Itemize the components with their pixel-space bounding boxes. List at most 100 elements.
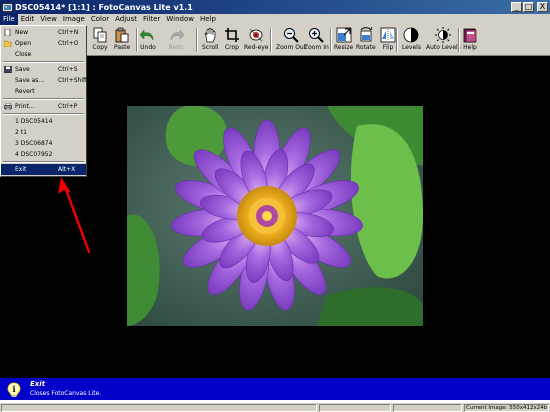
hint-bar: i Exit Closes FotoCanvas Lite. <box>0 378 550 400</box>
zoom-out-icon <box>283 27 299 43</box>
resize-icon <box>336 27 352 43</box>
redo-button[interactable]: Redo <box>168 27 185 55</box>
menu-save[interactable]: Save Ctrl+S <box>1 64 86 75</box>
menu-save-label: Save <box>15 66 30 73</box>
photo-image[interactable] <box>127 106 423 326</box>
menu-filter[interactable]: Filter <box>140 14 163 25</box>
recent-file-label: 2 t1 <box>15 129 27 136</box>
scroll-button[interactable]: Scroll <box>202 27 218 55</box>
undo-button[interactable]: Undo <box>139 27 156 55</box>
menu-recent-file[interactable]: 2 t1 <box>1 127 86 138</box>
paste-button[interactable]: Paste <box>114 27 130 55</box>
toolbar-separator <box>396 28 398 52</box>
menu-open-label: Open <box>15 40 32 47</box>
menu-exit[interactable]: Exit Alt+X <box>1 164 86 175</box>
open-icon <box>3 40 12 48</box>
menu-save-as-label: Save as... <box>15 77 45 84</box>
menu-view[interactable]: View <box>37 14 60 25</box>
zoom-in-button[interactable]: Zoom In <box>304 27 329 55</box>
levels-button[interactable]: Levels <box>402 27 421 55</box>
toolbar-separator <box>458 28 460 52</box>
toolbar-separator <box>330 28 332 52</box>
status-bar: Current Image: 550x412x24b <box>0 402 550 412</box>
info-icon: i <box>7 382 21 398</box>
file-menu: New Ctrl+N Open Ctrl+O Close Save Ctrl+S… <box>0 25 96 177</box>
menu-revert[interactable]: Revert <box>1 86 86 97</box>
menu-close[interactable]: Close <box>1 49 86 60</box>
copy-label: Copy <box>92 44 108 51</box>
resize-label: Resize <box>334 44 354 51</box>
undo-label: Undo <box>140 44 156 51</box>
maximize-button[interactable]: □ <box>523 2 534 12</box>
menu-help[interactable]: Help <box>197 14 219 25</box>
menu-print-label: Print... <box>15 103 35 110</box>
auto-levels-label: Auto Levels <box>426 44 461 51</box>
title-bar[interactable]: DSC05414* [1:1] : FotoCanvas Lite v1.1 _… <box>0 0 550 14</box>
toolbar-separator <box>196 28 198 52</box>
zoom-in-label: Zoom In <box>304 44 329 51</box>
rotate-label: Rotate <box>356 44 376 51</box>
flip-button[interactable]: Flip <box>380 27 396 55</box>
menu-recent-file[interactable]: 4 DSC07952 <box>1 149 86 160</box>
menu-save-as-shortcut: Ctrl+Shift+S <box>58 77 97 84</box>
recent-file-label: 4 DSC07952 <box>15 151 53 158</box>
menu-exit-label: Exit <box>15 166 27 173</box>
menu-open[interactable]: Open Ctrl+O <box>1 38 86 49</box>
menu-revert-label: Revert <box>15 88 35 95</box>
redeye-label: Red-eye <box>244 44 269 51</box>
menu-recent-file[interactable]: 3 DSC06874 <box>1 138 86 149</box>
menu-new-shortcut: Ctrl+N <box>58 29 79 36</box>
status-cell-empty <box>319 404 391 412</box>
redo-icon <box>168 27 185 43</box>
rotate-button[interactable]: Rotate <box>356 26 376 55</box>
toolbar-separator <box>136 28 138 52</box>
zoom-in-icon <box>308 27 325 43</box>
undo-icon <box>139 27 156 43</box>
help-icon <box>462 27 478 43</box>
scroll-label: Scroll <box>202 44 219 51</box>
status-cell-empty <box>393 404 462 412</box>
redeye-button[interactable]: Red-eye <box>244 27 269 55</box>
menu-close-label: Close <box>15 51 32 58</box>
resize-button[interactable]: Resize <box>334 27 353 55</box>
menu-bar: File Edit View Image Color Adjust Filter… <box>0 14 550 25</box>
status-current-image: Current Image: 550x412x24b <box>464 404 549 412</box>
menu-save-shortcut: Ctrl+S <box>58 66 78 73</box>
copy-button[interactable]: Copy <box>92 27 108 55</box>
new-icon <box>4 28 12 37</box>
menu-file[interactable]: File <box>0 14 18 25</box>
menu-color[interactable]: Color <box>88 14 112 25</box>
menu-adjust[interactable]: Adjust <box>112 14 140 25</box>
close-button[interactable]: X <box>537 2 548 12</box>
hint-title: Exit <box>30 380 46 388</box>
menu-open-shortcut: Ctrl+O <box>58 40 79 47</box>
help-label: Help <box>463 44 477 51</box>
menu-new[interactable]: New Ctrl+N <box>1 27 86 38</box>
levels-label: Levels <box>402 44 421 51</box>
auto-levels-button[interactable]: Auto Levels <box>426 27 461 55</box>
status-cell-empty <box>1 404 317 412</box>
menu-recent-file[interactable]: 1 DSC05414 <box>1 116 86 127</box>
auto-levels-icon <box>435 27 452 43</box>
scroll-icon <box>202 27 218 43</box>
crop-icon <box>224 27 240 43</box>
menu-print-shortcut: Ctrl+P <box>58 103 78 110</box>
minimize-button[interactable]: _ <box>511 2 522 12</box>
menu-save-as[interactable]: Save as... Ctrl+Shift+S <box>1 75 96 86</box>
menu-print[interactable]: Print... Ctrl+P <box>1 101 86 112</box>
zoom-out-button[interactable]: Zoom Out <box>276 27 306 55</box>
menu-edit[interactable]: Edit <box>18 14 38 25</box>
flip-label: Flip <box>382 44 394 51</box>
crop-button[interactable]: Crop <box>224 27 240 55</box>
levels-icon <box>403 27 419 43</box>
recent-file-label: 1 DSC05414 <box>15 118 53 125</box>
paste-icon <box>114 27 130 43</box>
app-icon[interactable] <box>2 2 13 13</box>
menu-image[interactable]: Image <box>60 14 88 25</box>
recent-file-label: 3 DSC06874 <box>15 140 53 147</box>
rotate-icon <box>358 26 374 43</box>
menu-window[interactable]: Window <box>163 14 197 25</box>
copy-icon <box>92 27 108 43</box>
toolbar: Copy Paste Undo Redo Scroll Crop Red-eye… <box>86 25 550 56</box>
help-button[interactable]: Help <box>462 27 478 55</box>
